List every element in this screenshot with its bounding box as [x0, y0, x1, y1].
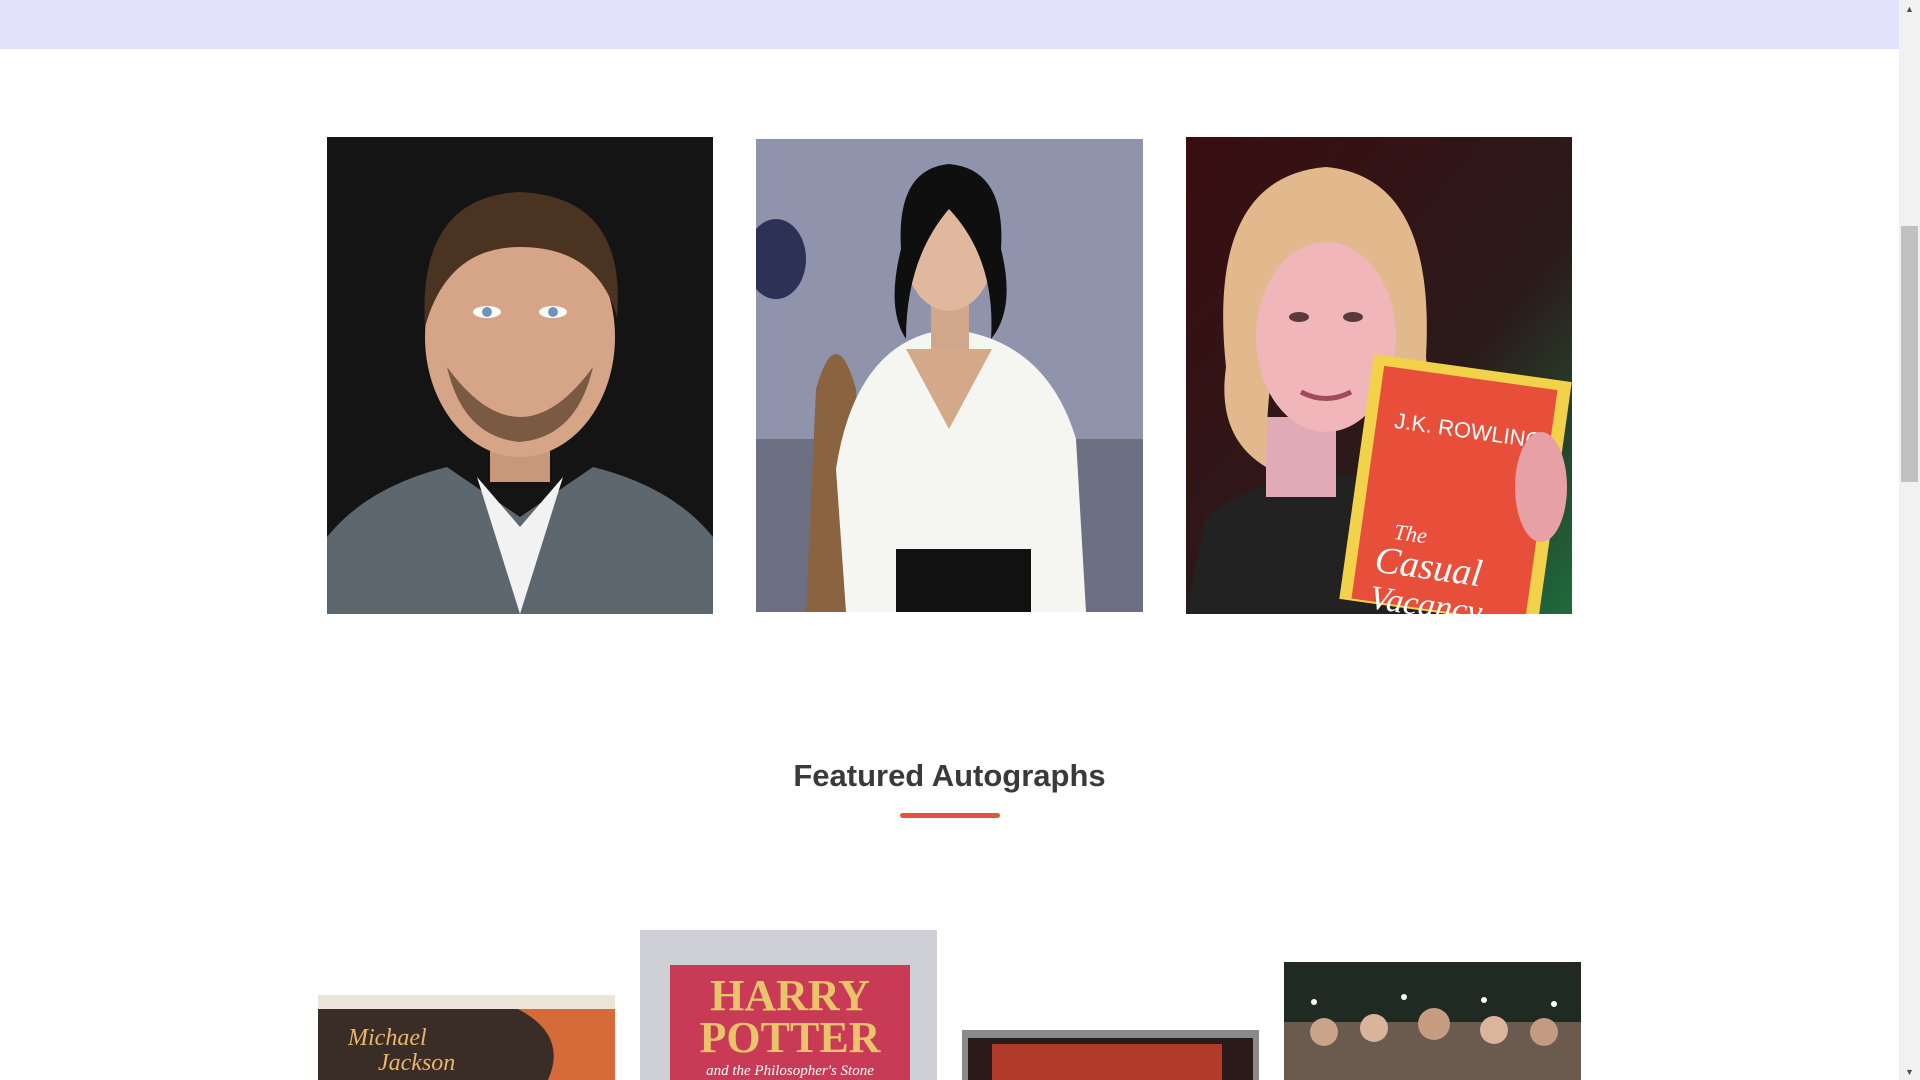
vertical-scrollbar[interactable]: ▲ ▼: [1899, 0, 1920, 1080]
book-subtitle: and the Philosopher's Stone: [706, 1063, 874, 1079]
autograph-item-thriller-album[interactable]: Michael Jackson: [318, 995, 615, 1080]
header-band: [0, 0, 1899, 49]
book-title-line2: POTTER: [700, 1013, 882, 1062]
heading-underline: [900, 813, 1000, 818]
featured-autographs-heading: Featured Autographs: [793, 758, 1106, 793]
scroll-up-arrow-icon[interactable]: ▲: [1899, 0, 1920, 17]
celebrity-photo-jk-rowling[interactable]: J.K. ROWLING The Casual Vacancy: [1186, 137, 1572, 614]
album-signature-text-2: Jackson: [378, 1050, 455, 1076]
album-signature-text-1: Michael: [347, 1025, 427, 1051]
autograph-item-harry-potter-book[interactable]: HARRY POTTER and the Philosopher's Stone: [640, 930, 937, 1080]
scrollbar-thumb[interactable]: [1901, 226, 1918, 482]
scroll-down-arrow-icon[interactable]: ▼: [1899, 1063, 1920, 1080]
celebrity-photo-leonardo-dicaprio[interactable]: [327, 137, 713, 614]
celebrity-photo-michael-jackson[interactable]: [756, 139, 1143, 612]
autograph-item-concert-photo[interactable]: [1284, 962, 1581, 1080]
autograph-item-cd-case[interactable]: [962, 1030, 1259, 1080]
